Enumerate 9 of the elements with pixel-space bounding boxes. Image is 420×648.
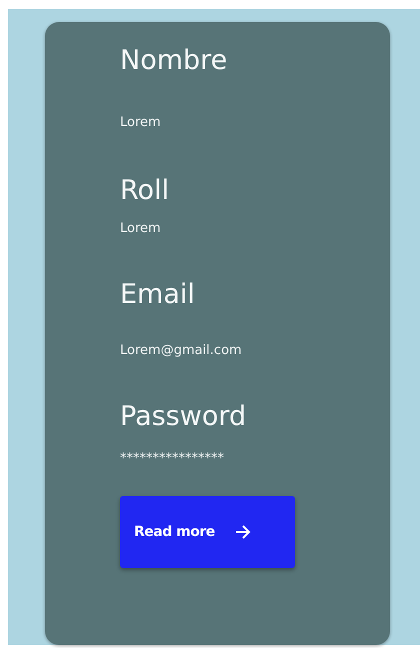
field-value: Lorem@gmail.com [120, 342, 242, 360]
field-value: Lorem [120, 114, 161, 132]
field-value: Lorem [120, 220, 161, 238]
field-value: **************** [120, 450, 224, 468]
field-label: Nombre [120, 44, 228, 78]
field-label: Password [120, 400, 246, 434]
field-label: Email [120, 278, 195, 312]
field-label: Roll [120, 174, 170, 208]
read-more-button[interactable]: Read more [120, 496, 295, 568]
